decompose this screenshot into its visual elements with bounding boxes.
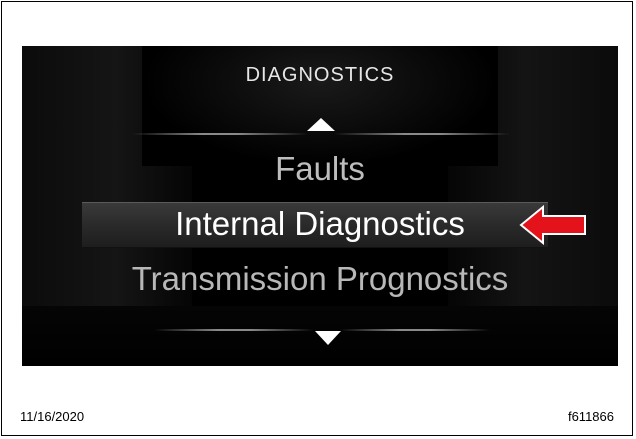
dashboard-display: DIAGNOSTICS Faults Internal Diagnostics … <box>22 46 618 366</box>
triangle-up-icon[interactable] <box>307 118 335 131</box>
triangle-down-icon[interactable] <box>315 331 341 345</box>
menu-item-faults[interactable]: Faults <box>22 150 618 188</box>
menu-item-transmission-prognostics[interactable]: Transmission Prognostics <box>22 260 618 298</box>
footer-date: 11/16/2020 <box>20 409 85 424</box>
divider-bottom-right <box>340 329 490 331</box>
divider-bottom-left <box>154 329 314 331</box>
red-arrow-left-icon <box>519 205 586 245</box>
figure-frame: DIAGNOSTICS Faults Internal Diagnostics … <box>1 1 633 436</box>
divider-top-right <box>334 133 510 135</box>
divider-top-left <box>132 133 308 135</box>
screen-title: DIAGNOSTICS <box>245 64 395 86</box>
footer-figure-id: f611866 <box>567 409 614 424</box>
